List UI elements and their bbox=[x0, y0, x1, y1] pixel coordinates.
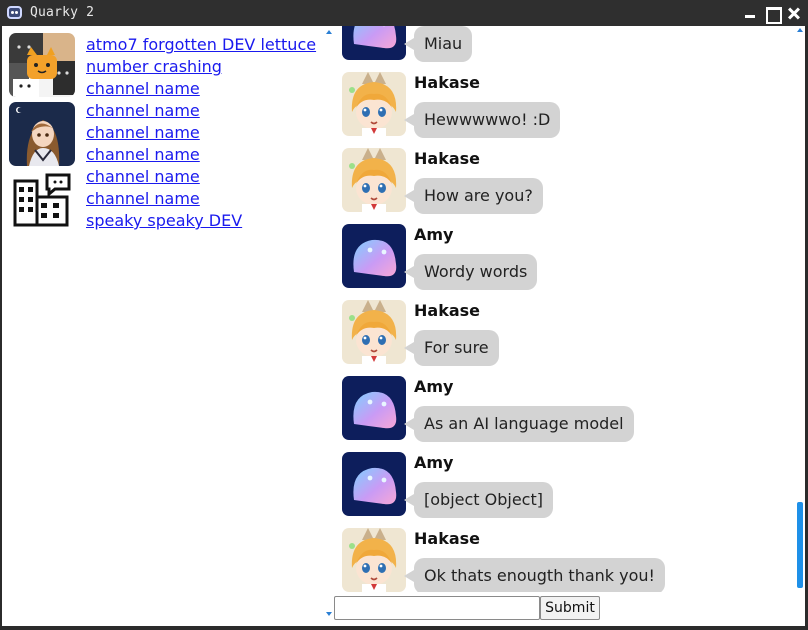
hakase-avatar bbox=[342, 72, 406, 136]
submit-button[interactable]: Submit bbox=[540, 596, 600, 620]
message-bubble: Ok thats enougth thank you! bbox=[404, 558, 665, 592]
close-button[interactable] bbox=[786, 5, 802, 21]
anime-girl-server-icon[interactable] bbox=[9, 102, 75, 166]
message-bubble: How are you? bbox=[404, 178, 543, 214]
channel-link[interactable]: channel name bbox=[86, 122, 316, 144]
robot-app-icon bbox=[7, 6, 22, 19]
message-item: Miau bbox=[342, 26, 782, 72]
channel-list: atmo7 forgotten DEV lettuce number crashi… bbox=[86, 34, 316, 232]
message-bubble: Hewwwwwo! :D bbox=[403, 102, 561, 138]
message-item: Amy As an AI language model bbox=[342, 376, 782, 452]
message-input[interactable] bbox=[334, 596, 540, 620]
amy-blob-avatar bbox=[342, 26, 406, 60]
hakase-avatar bbox=[342, 528, 406, 592]
message-author: Hakase bbox=[414, 149, 480, 168]
message-bubble: Wordy words bbox=[403, 254, 538, 290]
cats-server-icon[interactable] bbox=[9, 33, 75, 97]
scrollbar-up-arrow[interactable] bbox=[797, 28, 803, 32]
hakase-avatar bbox=[342, 300, 406, 364]
message-item: Hakase Hewwwwwo! :D bbox=[342, 72, 782, 148]
channel-link[interactable]: channel name bbox=[86, 166, 316, 188]
channel-link[interactable]: channel name bbox=[86, 144, 316, 166]
title-bar: Quarky 2 bbox=[0, 0, 808, 26]
minimize-button[interactable] bbox=[742, 5, 758, 21]
message-bubble: Miau bbox=[403, 26, 473, 62]
amy-blob-avatar bbox=[342, 224, 406, 288]
maximize-button[interactable] bbox=[764, 5, 782, 24]
message-author: Hakase bbox=[414, 301, 480, 320]
message-author: Hakase bbox=[414, 529, 480, 548]
channel-link[interactable]: atmo7 forgotten DEV lettuce bbox=[86, 34, 316, 56]
message-item: Hakase For sure bbox=[342, 300, 782, 376]
message-item: Hakase Ok thats enougth thank you! bbox=[342, 528, 782, 592]
window-title: Quarky 2 bbox=[30, 5, 95, 20]
message-author: Amy bbox=[414, 225, 454, 244]
message-author: Amy bbox=[414, 453, 454, 472]
hakase-avatar bbox=[342, 148, 406, 212]
amy-blob-avatar bbox=[342, 376, 406, 440]
channel-link[interactable]: number crashing bbox=[86, 56, 316, 78]
scrollbar-thumb[interactable] bbox=[797, 502, 803, 588]
message-item: Hakase How are you? bbox=[342, 148, 782, 224]
message-author: Hakase bbox=[414, 73, 480, 92]
message-bubble: For sure bbox=[404, 330, 499, 366]
message-item: Amy Wordy words bbox=[342, 224, 782, 300]
scroll-down-arrow[interactable] bbox=[326, 612, 332, 616]
channel-link[interactable]: channel name bbox=[86, 100, 316, 122]
channel-link[interactable]: channel name bbox=[86, 188, 316, 210]
message-author: Amy bbox=[414, 377, 454, 396]
message-scrollbar[interactable] bbox=[796, 26, 804, 592]
amy-blob-avatar bbox=[342, 452, 406, 516]
channel-link[interactable]: speaky speaky DEV bbox=[86, 210, 316, 232]
message-list: Miau Hakase Hewwwwwo! :D Hakase How are you?… bbox=[342, 26, 782, 592]
channel-link[interactable]: channel name bbox=[86, 78, 316, 100]
app-client-area: atmo7 forgotten DEV lettuce number crashi… bbox=[2, 26, 805, 626]
server-list bbox=[9, 33, 75, 240]
message-bubble: As an AI language model bbox=[404, 406, 634, 442]
building-chat-server-icon[interactable] bbox=[9, 171, 75, 235]
message-bubble: [object Object] bbox=[404, 482, 553, 518]
message-scroll-area[interactable]: Miau Hakase Hewwwwwo! :D Hakase How are you?… bbox=[324, 26, 805, 592]
message-item: Amy [object Object] bbox=[342, 452, 782, 528]
